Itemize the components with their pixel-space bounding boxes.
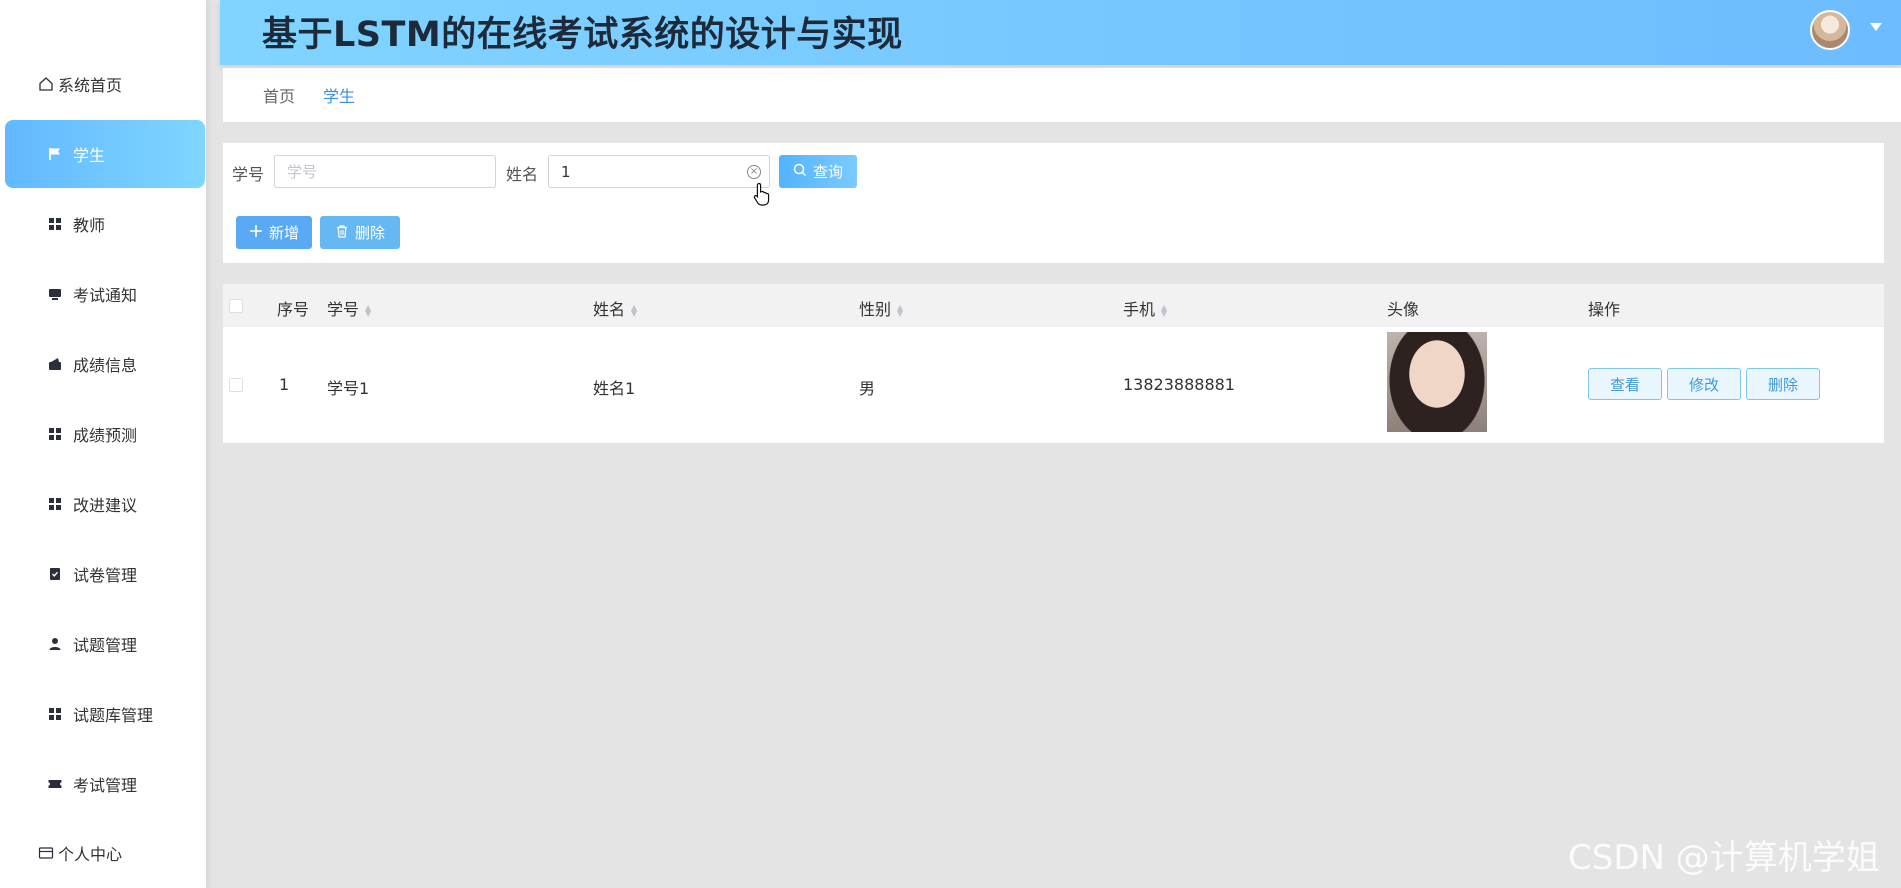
- sidebar-item-label: 试题管理: [73, 636, 138, 655]
- sidebar-item-label: 学生: [73, 146, 106, 165]
- sidebar: 系统首页 学生 教师 考试通知 成绩信息 成绩预测 改进建议 试卷管理 试题管理…: [0, 0, 206, 888]
- student-no-input[interactable]: 学号: [274, 155, 496, 188]
- name-label: 姓名: [506, 165, 539, 184]
- select-all-checkbox[interactable]: [229, 299, 243, 313]
- add-button-label: 新增: [268, 224, 299, 242]
- sidebar-item-score-prediction[interactable]: 成绩预测: [5, 400, 205, 468]
- sidebar-item-teacher[interactable]: 教师: [5, 190, 205, 258]
- search-icon: [793, 163, 807, 181]
- sidebar-item-label: 改进建议: [73, 496, 138, 515]
- column-header-gender[interactable]: 性别 ▲ ▼: [859, 296, 903, 320]
- sidebar-item-personal-center[interactable]: 个人中心: [5, 819, 205, 887]
- column-header-label: 学号: [327, 300, 360, 319]
- query-button[interactable]: 查询: [779, 155, 857, 188]
- sidebar-item-label: 个人中心: [58, 845, 123, 864]
- student-no-placeholder: 学号: [287, 163, 318, 181]
- student-avatar-image: [1387, 332, 1487, 432]
- monitor-icon: [47, 286, 63, 302]
- breadcrumb-current: 学生: [323, 87, 356, 106]
- breadcrumb-home[interactable]: 首页: [263, 83, 295, 107]
- sidebar-item-home[interactable]: 系统首页: [5, 50, 205, 118]
- user-icon: [47, 636, 63, 652]
- flag-icon: [47, 146, 63, 162]
- home-icon: [38, 76, 54, 92]
- watermark: CSDN @计算机学姐: [1568, 838, 1880, 878]
- column-header-index: 序号: [277, 300, 310, 319]
- query-button-label: 查询: [812, 163, 843, 181]
- grid-icon: [47, 706, 63, 722]
- row-name: 姓名1: [593, 379, 636, 398]
- column-header-actions: 操作: [1588, 300, 1621, 319]
- column-header-student-no[interactable]: 学号 ▲ ▼: [327, 296, 371, 320]
- table-header: 序号 学号 ▲ ▼ 姓名 ▲ ▼ 性别 ▲ ▼ 手机 ▲ ▼ 头像 操作: [223, 284, 1884, 327]
- sidebar-item-label: 考试管理: [73, 776, 138, 795]
- ticket-icon: [47, 776, 63, 792]
- row-index: 1: [279, 375, 290, 394]
- row-student-no: 学号1: [327, 379, 370, 398]
- sort-icon[interactable]: ▲ ▼: [631, 303, 637, 317]
- hand-cursor-icon: [753, 182, 770, 206]
- card-icon: [38, 845, 54, 861]
- grid-icon: [47, 216, 63, 232]
- name-input[interactable]: 1 ×: [548, 155, 770, 188]
- sidebar-item-paper-management[interactable]: 试卷管理: [5, 540, 205, 608]
- add-button[interactable]: 新增: [236, 216, 312, 249]
- sort-icon[interactable]: ▲ ▼: [365, 303, 371, 317]
- plus-icon: [249, 224, 263, 242]
- search-panel: 学号 学号 姓名 1 × 查询 新增 删除: [223, 143, 1884, 263]
- sidebar-item-label: 成绩预测: [73, 426, 138, 445]
- app-title: 基于LSTM的在线考试系统的设计与实现: [262, 15, 903, 55]
- avatar[interactable]: [1810, 10, 1850, 50]
- sidebar-item-label: 考试通知: [73, 286, 138, 305]
- sidebar-item-question-bank[interactable]: 试题库管理: [5, 680, 205, 748]
- student-no-label: 学号: [232, 165, 265, 184]
- sidebar-item-exam-management[interactable]: 考试管理: [5, 750, 205, 818]
- sidebar-item-exam-notice[interactable]: 考试通知: [5, 260, 205, 328]
- wallet-icon: [47, 356, 63, 372]
- column-header-label: 手机: [1123, 300, 1156, 319]
- sidebar-item-label: 成绩信息: [73, 356, 138, 375]
- table-row: 1 学号1 姓名1 男 13823888881 查看 修改 删除: [223, 327, 1884, 443]
- column-header-label: 性别: [859, 300, 892, 319]
- delete-button[interactable]: 删除: [1746, 368, 1820, 400]
- sort-icon[interactable]: ▲ ▼: [897, 303, 903, 317]
- grid-icon: [47, 496, 63, 512]
- grid-icon: [47, 426, 63, 442]
- sidebar-item-label: 系统首页: [58, 76, 123, 95]
- row-gender: 男: [859, 379, 876, 398]
- sidebar-item-score-info[interactable]: 成绩信息: [5, 330, 205, 398]
- column-header-label: 姓名: [593, 300, 626, 319]
- student-table: 序号 学号 ▲ ▼ 姓名 ▲ ▼ 性别 ▲ ▼ 手机 ▲ ▼ 头像 操作 1 学号1 姓名1 男…: [223, 284, 1884, 443]
- clipboard-check-icon: [47, 566, 63, 582]
- column-header-phone[interactable]: 手机 ▲ ▼: [1123, 296, 1167, 320]
- sidebar-item-label: 试卷管理: [73, 566, 138, 585]
- trash-icon: [335, 224, 349, 242]
- sidebar-item-label: 教师: [73, 216, 106, 235]
- row-phone: 13823888881: [1123, 375, 1235, 394]
- batch-delete-button[interactable]: 删除: [320, 216, 400, 249]
- clear-icon[interactable]: ×: [747, 165, 761, 179]
- sidebar-item-improvement[interactable]: 改进建议: [5, 470, 205, 538]
- sidebar-item-label: 试题库管理: [73, 706, 154, 725]
- sidebar-item-question-management[interactable]: 试题管理: [5, 610, 205, 678]
- column-header-name[interactable]: 姓名 ▲ ▼: [593, 296, 637, 320]
- batch-delete-button-label: 删除: [354, 224, 385, 242]
- edit-button[interactable]: 修改: [1667, 368, 1741, 400]
- breadcrumb: 首页 学生: [223, 68, 1901, 122]
- sidebar-item-student[interactable]: 学生: [5, 120, 205, 188]
- column-header-avatar: 头像: [1387, 300, 1420, 319]
- row-checkbox[interactable]: [229, 378, 243, 392]
- top-header: 基于LSTM的在线考试系统的设计与实现: [220, 0, 1901, 65]
- sort-icon[interactable]: ▲ ▼: [1161, 303, 1167, 317]
- name-input-value: 1: [561, 162, 571, 181]
- view-button[interactable]: 查看: [1588, 368, 1662, 400]
- chevron-down-icon[interactable]: [1870, 23, 1882, 31]
